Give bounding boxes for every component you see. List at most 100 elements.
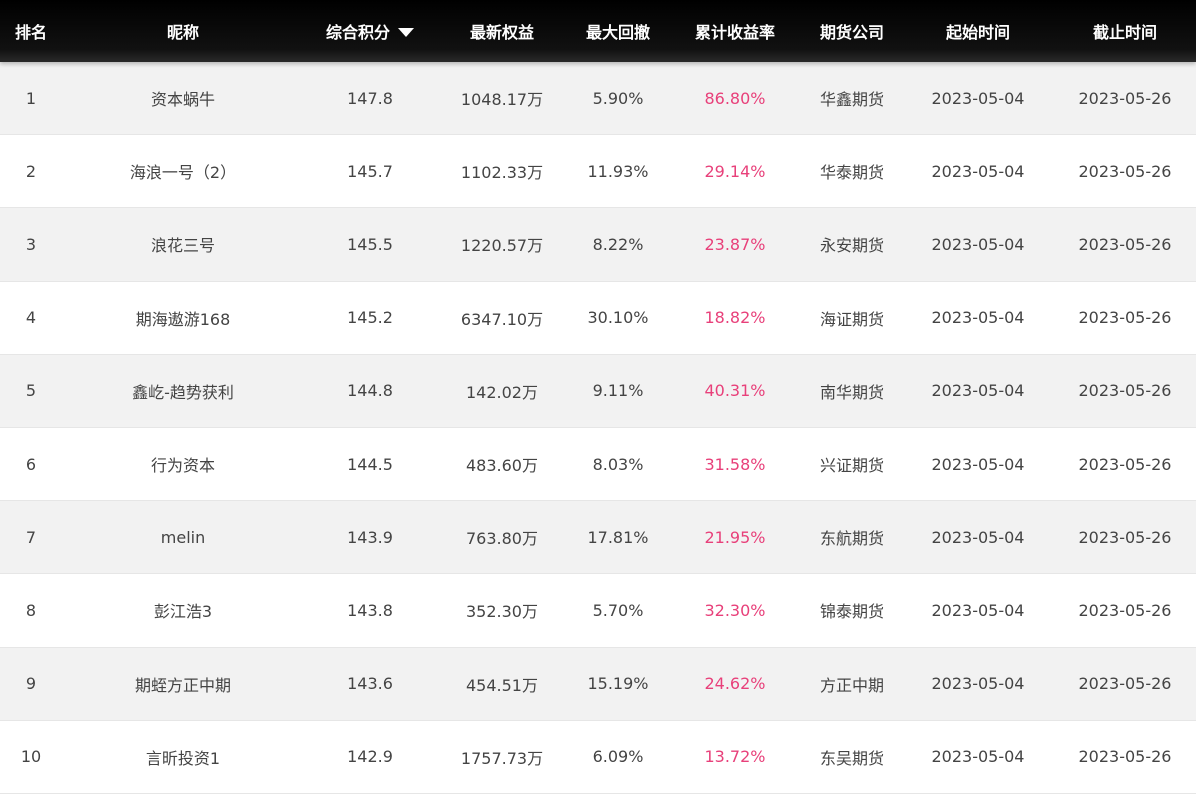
start-date-cell: 2023-05-04 [931, 88, 1025, 108]
equity-cell: 1757.73万 [460, 748, 544, 768]
end-date-cell: 2023-05-26 [1078, 161, 1172, 181]
header-equity: 最新权益 [469, 23, 534, 42]
return-cell: 21.95% [704, 527, 766, 547]
name-cell: 言昕投资1 [145, 748, 221, 768]
table-row: 9 期蛭方正中期 143.6 454.51万 15.19% 24.62% 方正中期 2023-… [0, 647, 1196, 721]
end-date-cell: 2023-05-26 [1078, 747, 1172, 767]
table-row: 8 彭江浩3 143.8 352.30万 5.70% 32.30% 锦泰期货 2023-05-… [0, 574, 1196, 648]
name-cell: 海浪一号（2） [129, 163, 237, 183]
drawdown-cell: 15.19% [587, 674, 649, 694]
name-cell: 期海遨游168 [135, 309, 231, 329]
company-cell: 方正中期 [819, 675, 884, 695]
header-score-sort[interactable]: 综合积分 [304, 19, 436, 43]
table-row: 3 浪花三号 145.5 1220.57万 8.22% 23.87% 永安期货 2023-05… [0, 208, 1196, 282]
start-date-cell: 2023-05-04 [931, 674, 1025, 694]
table-header: 排名 昵称 综合积分 最新权益 最大回撤 累计收益率 期货公司 起始时间 截止时… [0, 0, 1196, 62]
score-cell: 145.7 [347, 161, 393, 181]
end-date-cell: 2023-05-26 [1078, 454, 1172, 474]
score-cell: 143.9 [347, 527, 393, 547]
score-cell: 145.5 [347, 234, 393, 254]
name-cell: 期蛭方正中期 [134, 675, 231, 695]
start-date-cell: 2023-05-04 [931, 454, 1025, 474]
header-return: 累计收益率 [694, 23, 775, 42]
end-date-cell: 2023-05-26 [1078, 381, 1172, 401]
rank-cell: 8 [25, 600, 37, 620]
score-cell: 144.5 [347, 454, 393, 474]
end-date-cell: 2023-05-26 [1078, 527, 1172, 547]
header-name: 昵称 [166, 23, 199, 42]
score-cell: 144.8 [347, 381, 393, 401]
equity-cell: 1102.33万 [460, 163, 544, 183]
start-date-cell: 2023-05-04 [931, 747, 1025, 767]
table-row: 1 资本蜗牛 147.8 1048.17万 5.90% 86.80% 华鑫期货 2023-05… [0, 62, 1196, 136]
score-cell: 142.9 [347, 747, 393, 767]
sort-desc-icon[interactable] [398, 28, 414, 37]
company-cell: 东吴期货 [819, 748, 884, 768]
company-cell: 华泰期货 [819, 163, 884, 183]
end-date-cell: 2023-05-26 [1078, 600, 1172, 620]
table-row: 4 期海遨游168 145.2 6347.10万 30.10% 18.82% 海证期货 202… [0, 281, 1196, 355]
company-cell: 永安期货 [819, 236, 884, 256]
company-cell: 南华期货 [819, 382, 884, 402]
rank-cell: 2 [25, 161, 37, 181]
rank-cell: 7 [25, 527, 37, 547]
return-cell: 13.72% [704, 747, 766, 767]
end-date-cell: 2023-05-26 [1078, 674, 1172, 694]
score-cell: 145.2 [347, 308, 393, 328]
table-row: 2 海浪一号（2） 145.7 1102.33万 11.93% 29.14% 华泰期货 202… [0, 135, 1196, 209]
end-date-cell: 2023-05-26 [1078, 234, 1172, 254]
return-cell: 18.82% [704, 308, 766, 328]
return-cell: 23.87% [704, 234, 766, 254]
equity-cell: 352.30万 [466, 602, 538, 622]
rank-cell: 5 [25, 381, 37, 401]
end-date-cell: 2023-05-26 [1078, 308, 1172, 328]
equity-cell: 6347.10万 [460, 309, 544, 329]
header-company: 期货公司 [819, 23, 884, 42]
drawdown-cell: 5.90% [592, 88, 644, 108]
drawdown-cell: 5.70% [592, 600, 644, 620]
header-start: 起始时间 [945, 23, 1010, 42]
return-cell: 29.14% [704, 161, 766, 181]
start-date-cell: 2023-05-04 [931, 600, 1025, 620]
drawdown-cell: 30.10% [587, 308, 649, 328]
name-cell: 资本蜗牛 [150, 90, 215, 110]
equity-cell: 142.02万 [466, 382, 538, 402]
equity-cell: 763.80万 [466, 529, 538, 549]
return-cell: 32.30% [704, 600, 766, 620]
score-cell: 143.8 [347, 600, 393, 620]
table-row: 5 鑫屹-趋势获利 144.8 142.02万 9.11% 40.31% 南华期货 2023-… [0, 354, 1196, 428]
rank-cell: 6 [25, 454, 37, 474]
start-date-cell: 2023-05-04 [931, 234, 1025, 254]
company-cell: 锦泰期货 [819, 602, 884, 622]
equity-cell: 1220.57万 [460, 236, 544, 256]
name-cell: 浪花三号 [150, 236, 215, 256]
name-cell: melin [160, 527, 206, 547]
rank-cell: 1 [25, 88, 37, 108]
header-drawdown: 最大回撤 [585, 23, 650, 42]
drawdown-cell: 6.09% [592, 747, 644, 767]
table-row: 6 行为资本 144.5 483.60万 8.03% 31.58% 兴证期货 2023-05-… [0, 427, 1196, 502]
score-cell: 147.8 [347, 88, 393, 108]
return-cell: 40.31% [704, 381, 766, 401]
ranking-table: 排名 昵称 综合积分 最新权益 最大回撤 累计收益率 期货公司 起始时间 截止时… [0, 0, 1196, 794]
start-date-cell: 2023-05-04 [931, 161, 1025, 181]
company-cell: 东航期货 [819, 529, 884, 549]
rank-cell: 9 [25, 674, 37, 694]
drawdown-cell: 9.11% [592, 381, 644, 401]
end-date-cell: 2023-05-26 [1078, 88, 1172, 108]
name-cell: 鑫屹-趋势获利 [132, 382, 234, 402]
equity-cell: 483.60万 [466, 456, 538, 476]
company-cell: 兴证期货 [819, 456, 884, 476]
score-cell: 143.6 [347, 674, 393, 694]
rank-cell: 4 [25, 308, 37, 328]
company-cell: 海证期货 [819, 309, 884, 329]
start-date-cell: 2023-05-04 [931, 381, 1025, 401]
return-cell: 86.80% [704, 88, 766, 108]
table-body: 1 资本蜗牛 147.8 1048.17万 5.90% 86.80% 华鑫期货 2023-05… [0, 62, 1196, 794]
start-date-cell: 2023-05-04 [931, 527, 1025, 547]
rank-cell: 3 [25, 234, 37, 254]
company-cell: 华鑫期货 [819, 90, 884, 110]
header-end: 截止时间 [1092, 23, 1157, 42]
rank-cell: 10 [20, 747, 42, 767]
drawdown-cell: 8.03% [592, 454, 644, 474]
